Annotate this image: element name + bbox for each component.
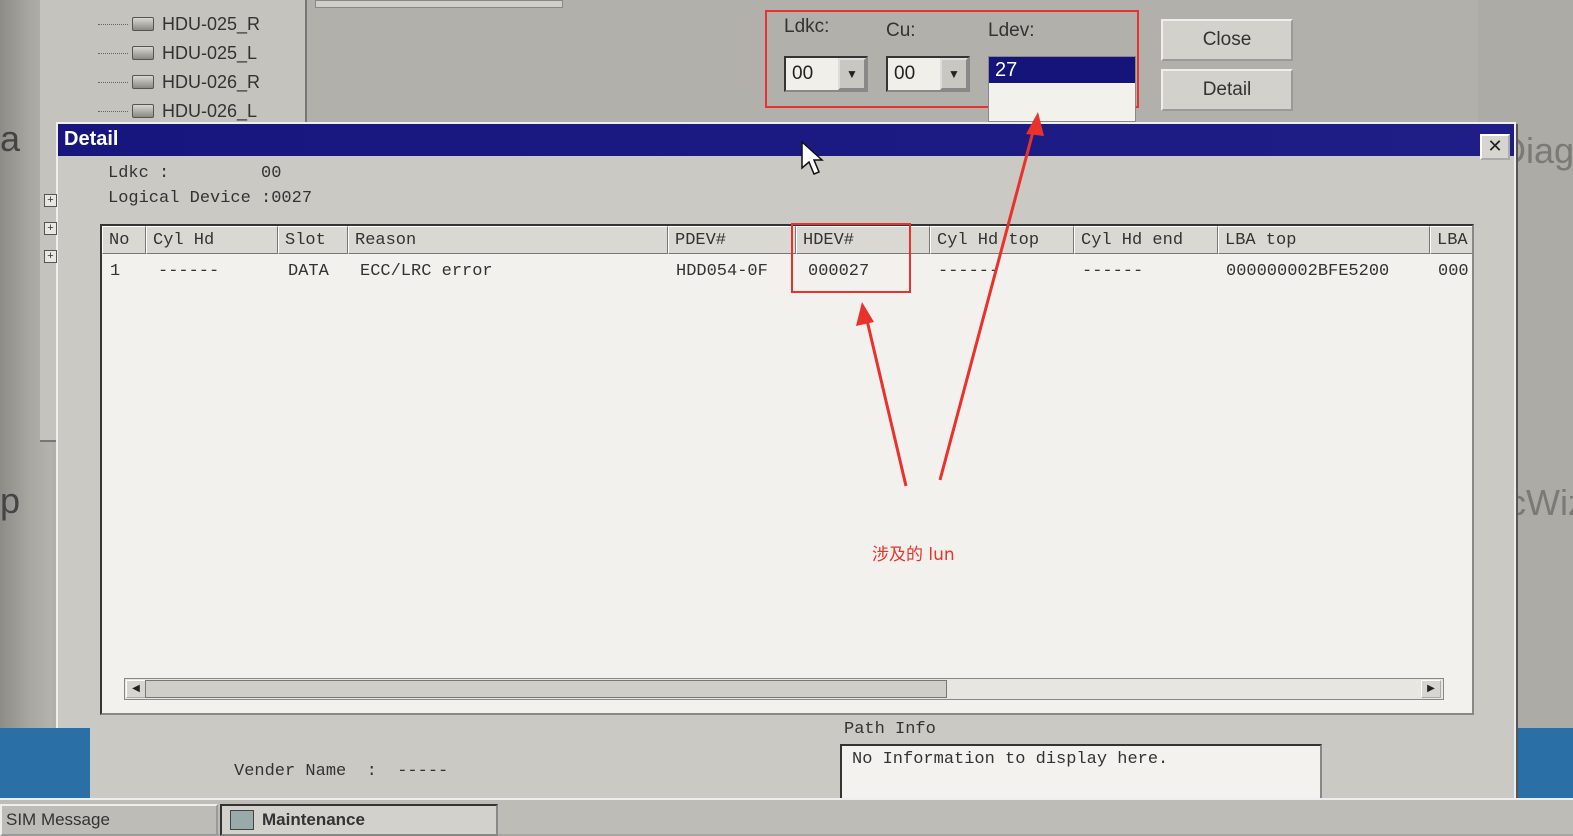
arrow-to-ldev	[938, 112, 1044, 481]
arrow-to-hdev	[856, 302, 908, 487]
window-icon	[230, 810, 254, 830]
taskbar: SIM Message Maintenance	[0, 798, 1573, 836]
mouse-cursor-icon	[801, 140, 824, 175]
taskbar-sim-message[interactable]: SIM Message	[0, 804, 218, 836]
taskbar-maintenance[interactable]: Maintenance	[220, 804, 498, 836]
annotation-label: 涉及的 lun	[872, 545, 955, 565]
annotation-arrows	[856, 112, 1044, 487]
